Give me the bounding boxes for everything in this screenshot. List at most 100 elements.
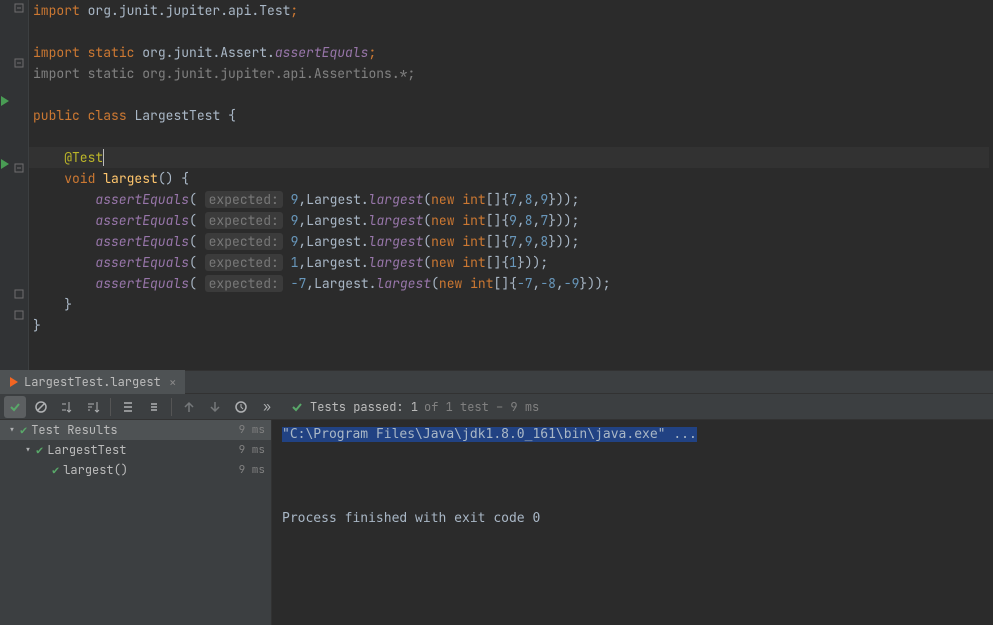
- code-text: []{: [486, 212, 509, 229]
- test-history-button[interactable]: [230, 396, 252, 418]
- code-text: }: [33, 317, 41, 334]
- tree-root[interactable]: ▾ ✔ Test Results 9 ms: [0, 420, 271, 440]
- code-text: assertEquals: [275, 44, 369, 61]
- code-text: 8: [525, 212, 533, 229]
- summary-rest: of 1 test – 9 ms: [424, 399, 539, 415]
- code-text: org.junit.jupiter.api.: [80, 2, 259, 19]
- tree-time: 9 ms: [239, 443, 265, 457]
- pass-icon: ✔: [20, 422, 27, 438]
- more-button[interactable]: »: [256, 396, 278, 418]
- code-text: int: [470, 275, 493, 292]
- tree-test[interactable]: ✔ largest() 9 ms: [0, 460, 271, 480]
- param-hint: expected:: [205, 254, 283, 271]
- tree-suite-label: LargestTest: [47, 442, 126, 458]
- code-text: assertEquals: [95, 212, 189, 229]
- sort-duration-button[interactable]: [82, 396, 104, 418]
- kw-import: import: [33, 2, 80, 19]
- code-text: (): [158, 170, 174, 187]
- code-text: int: [462, 254, 485, 271]
- fold-end-icon[interactable]: [14, 289, 24, 299]
- param-hint: expected:: [205, 191, 283, 208]
- tree-time: 9 ms: [239, 423, 265, 437]
- code-text: int: [462, 233, 485, 250]
- code-text: new: [431, 233, 454, 250]
- code-text: assertEquals: [95, 254, 189, 271]
- kw-void: void: [64, 170, 95, 187]
- expand-arrow-icon[interactable]: ▾: [6, 422, 18, 438]
- collapse-all-button[interactable]: [143, 396, 165, 418]
- summary-count: 1: [411, 399, 418, 415]
- tree-suite[interactable]: ▾ ✔ LargestTest 9 ms: [0, 440, 271, 460]
- code-text: org.junit.jupiter.api.Assertions.*;: [134, 65, 415, 82]
- code-text: 7: [509, 191, 517, 208]
- param-hint: expected:: [205, 233, 283, 250]
- run-toolbar: » Tests passed: 1 of 1 test – 9 ms: [0, 394, 993, 420]
- code-text: new: [431, 254, 454, 271]
- code-text: largest: [369, 212, 424, 229]
- kw-public: public: [33, 107, 80, 124]
- code-text: int: [462, 191, 485, 208]
- code-text: 9: [525, 233, 533, 250]
- show-passed-button[interactable]: [4, 396, 26, 418]
- code-text: int: [462, 212, 485, 229]
- previous-failed-button[interactable]: [178, 396, 200, 418]
- code-text: Largest: [306, 233, 361, 250]
- fold-end-icon[interactable]: [14, 310, 24, 320]
- run-test-icon[interactable]: [0, 159, 10, 169]
- code-content[interactable]: import org.junit.jupiter.api.Test; impor…: [29, 0, 993, 370]
- toolbar-separator: [110, 398, 111, 416]
- code-text: }: [64, 296, 72, 313]
- code-text: largest: [369, 191, 424, 208]
- next-failed-button[interactable]: [204, 396, 226, 418]
- kw-class: class: [88, 107, 127, 124]
- code-text: }));: [548, 212, 579, 229]
- code-text: new: [439, 275, 462, 292]
- code-text: -7: [291, 275, 307, 292]
- summary-label: Tests passed:: [310, 399, 404, 415]
- code-editor[interactable]: import org.junit.jupiter.api.Test; impor…: [0, 0, 993, 370]
- code-text: Test: [259, 2, 290, 19]
- kw-import: import: [33, 65, 80, 82]
- param-hint: expected:: [205, 275, 283, 292]
- code-text: largest: [369, 233, 424, 250]
- test-summary: Tests passed: 1 of 1 test – 9 ms: [290, 399, 539, 415]
- run-tab-active[interactable]: LargestTest.largest ×: [0, 370, 185, 394]
- class-name: LargestTest: [134, 107, 220, 124]
- test-tree[interactable]: ▾ ✔ Test Results 9 ms ▾ ✔ LargestTest 9 …: [0, 420, 272, 625]
- close-tab-icon[interactable]: ×: [169, 374, 177, 391]
- tree-root-label: Test Results: [31, 422, 117, 438]
- run-config-icon: [8, 376, 20, 388]
- run-tab-bar: LargestTest.largest ×: [0, 370, 993, 394]
- show-ignored-button[interactable]: [30, 396, 52, 418]
- kw-static: static: [88, 65, 135, 82]
- code-text: Largest: [306, 191, 361, 208]
- code-text: new: [431, 212, 454, 229]
- tree-time: 9 ms: [239, 463, 265, 477]
- code-text: 1: [509, 254, 517, 271]
- code-text: Largest: [306, 212, 361, 229]
- pass-icon: [290, 400, 304, 414]
- code-text: -8: [540, 275, 556, 292]
- code-text: }));: [517, 254, 548, 271]
- run-test-class-icon[interactable]: [0, 96, 10, 106]
- code-text: org.junit.Assert.: [134, 44, 274, 61]
- fold-icon[interactable]: [14, 163, 24, 173]
- code-text: []{: [486, 254, 509, 271]
- fold-icon[interactable]: [14, 3, 24, 13]
- expand-all-button[interactable]: [117, 396, 139, 418]
- pass-icon: ✔: [36, 442, 43, 458]
- code-text: Largest: [314, 275, 369, 292]
- code-text: largest: [376, 275, 431, 292]
- expand-arrow-icon[interactable]: ▾: [22, 442, 34, 458]
- fold-icon[interactable]: [14, 58, 24, 68]
- code-text: {: [228, 107, 236, 124]
- kw-static: static: [88, 44, 135, 61]
- code-text: 9: [509, 212, 517, 229]
- console-output[interactable]: "C:\Program Files\Java\jdk1.8.0_161\bin\…: [272, 420, 993, 625]
- code-text: -7: [517, 275, 533, 292]
- code-text: assertEquals: [95, 191, 189, 208]
- code-text: }));: [579, 275, 610, 292]
- code-text: new: [431, 191, 454, 208]
- code-text: }));: [548, 233, 579, 250]
- sort-alpha-button[interactable]: [56, 396, 78, 418]
